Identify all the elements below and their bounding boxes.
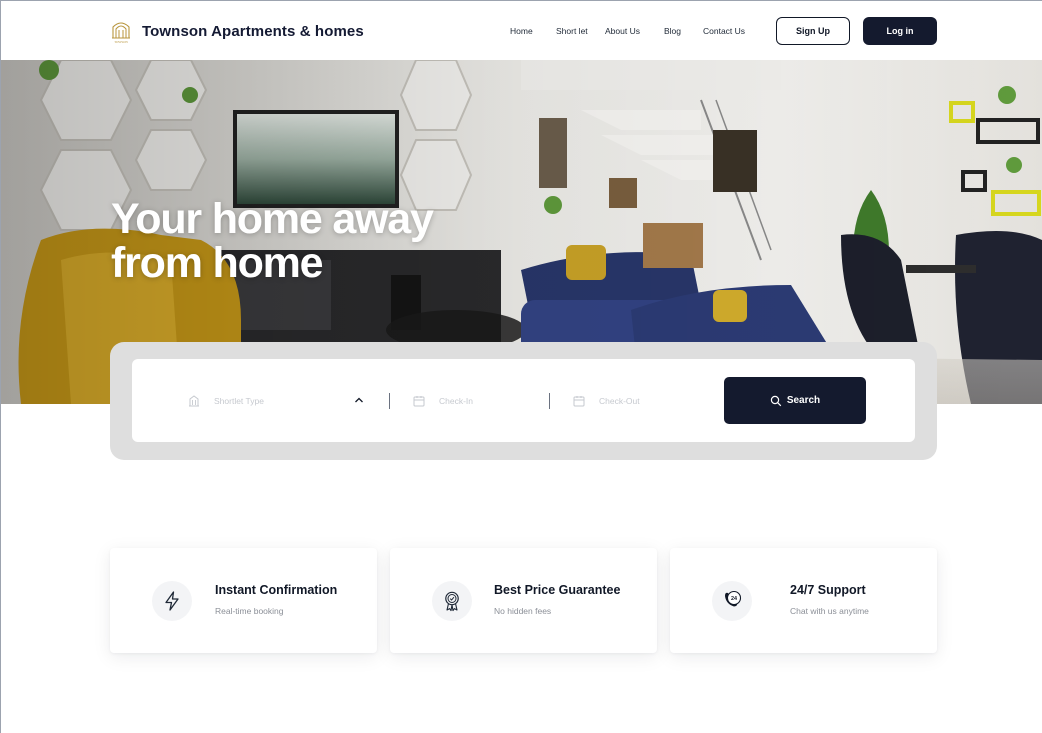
brand[interactable]: TOWSON Townson Apartments & homes xyxy=(109,18,364,44)
support-24-label: 24 xyxy=(731,596,737,602)
nav-home[interactable]: Home xyxy=(510,26,533,36)
feature-title: 24/7 Support xyxy=(790,583,866,597)
feature-subtitle: Real-time booking xyxy=(215,606,284,616)
nav-short-let[interactable]: Short let xyxy=(556,26,588,36)
hero-heading: Your home away from home xyxy=(111,195,434,287)
support-phone-24-icon: 24 xyxy=(725,590,742,607)
chevron-up-icon[interactable] xyxy=(354,396,364,404)
feature-title: Instant Confirmation xyxy=(215,583,338,597)
calendar-icon xyxy=(413,396,425,407)
check-in-field[interactable]: Check-In xyxy=(413,395,473,407)
brand-name: Townson Apartments & homes xyxy=(142,22,364,40)
feature-card-support: 24 24/7 Support Chat with us anytime xyxy=(670,548,937,653)
calendar-icon xyxy=(573,396,585,407)
search-button[interactable]: Search xyxy=(724,377,866,424)
feature-icon-wrap xyxy=(432,581,472,621)
feature-card-best-price: Best Price Guarantee No hidden fees xyxy=(390,548,657,653)
search-panel: Shortlet Type Check-In Check-Out Search xyxy=(110,342,937,460)
lightning-icon xyxy=(165,591,179,611)
field-divider xyxy=(549,393,550,409)
hero-heading-line-2: from home xyxy=(111,239,324,287)
feature-title: Best Price Guarantee xyxy=(494,583,621,597)
search-form: Shortlet Type Check-In Check-Out Search xyxy=(132,359,915,442)
hero-heading-line-1: Your home away xyxy=(111,195,434,243)
shortlet-type-select[interactable]: Shortlet Type xyxy=(188,395,264,407)
nav-about-us[interactable]: About Us xyxy=(605,26,640,36)
check-out-placeholder: Check-Out xyxy=(599,396,640,406)
search-button-label: Search xyxy=(786,395,821,406)
logo-wordmark: TOWSON xyxy=(114,40,128,44)
search-icon xyxy=(770,395,782,406)
check-in-placeholder: Check-In xyxy=(439,396,474,406)
townson-logo-icon: TOWSON xyxy=(112,22,130,44)
building-icon xyxy=(189,395,199,407)
sign-up-button[interactable]: Sign Up xyxy=(776,17,850,45)
nav-blog[interactable]: Blog xyxy=(664,26,681,36)
shortlet-type-placeholder: Shortlet Type xyxy=(214,396,264,406)
award-badge-icon xyxy=(445,591,459,612)
nav-contact-us[interactable]: Contact Us xyxy=(703,26,745,36)
feature-card-instant-confirmation: Instant Confirmation Real-time booking xyxy=(110,548,377,653)
feature-icon-wrap xyxy=(152,581,192,621)
log-in-button[interactable]: Log in xyxy=(863,17,937,45)
feature-subtitle: Chat with us anytime xyxy=(790,606,869,616)
feature-subtitle: No hidden fees xyxy=(494,606,552,616)
field-divider xyxy=(389,393,390,409)
feature-icon-wrap: 24 xyxy=(712,581,752,621)
site-header: TOWSON Townson Apartments & homes Home S… xyxy=(1,0,1042,60)
check-out-field[interactable]: Check-Out xyxy=(573,395,640,407)
